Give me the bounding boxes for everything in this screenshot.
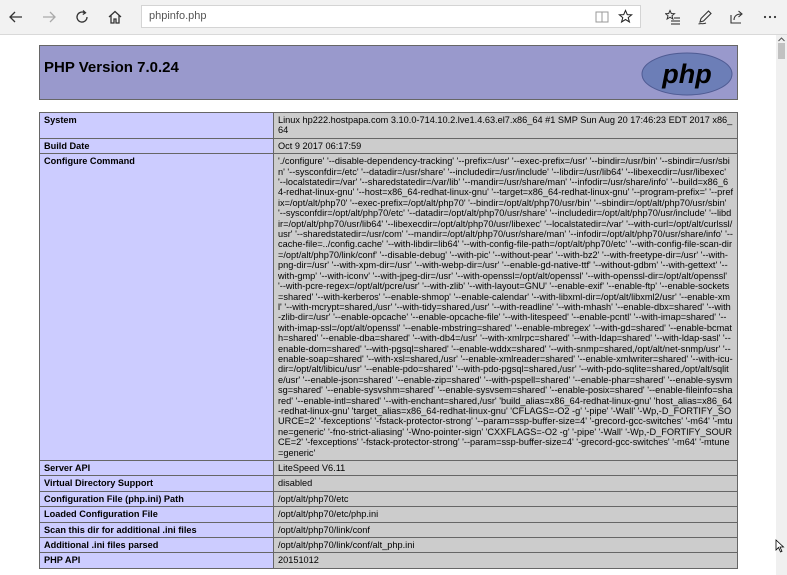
home-button[interactable] — [102, 4, 128, 30]
php-header: PHP Version 7.0.24 php — [39, 45, 738, 100]
info-row: Build Date Oct 9 2017 06:17:59 — [39, 137, 738, 155]
info-row: Configure Command './configure' '--disabl… — [39, 153, 738, 461]
info-value: /opt/alt/php70/link/conf — [273, 521, 738, 539]
home-icon — [108, 10, 122, 24]
php-logo: php — [641, 52, 733, 96]
page-viewport: PHP Version 7.0.24 php System Linux hp222… — [0, 35, 776, 575]
info-value: /opt/alt/php70/link/conf/alt_php.ini — [273, 537, 738, 554]
info-value: './configure' '--disable-dependency-trac… — [273, 153, 738, 461]
more-icon — [763, 15, 777, 19]
info-value: Linux hp222.hostpapa.com 3.10.0-714.10.2… — [273, 112, 738, 139]
info-key: Loaded Configuration File — [39, 506, 274, 523]
address-text: phpinfo.php — [149, 10, 207, 22]
forward-button[interactable] — [36, 4, 62, 30]
info-row: PHP API 20151012 — [39, 552, 738, 569]
info-row: Server API LiteSpeed V6.11 — [39, 459, 738, 477]
info-key: Build Date — [39, 137, 274, 155]
info-value: /opt/alt/php70/etc/php.ini — [273, 506, 738, 523]
php-logo-text: php — [661, 59, 711, 89]
pen-icon — [698, 10, 712, 25]
more-button[interactable] — [757, 4, 783, 30]
info-key: Virtual Directory Support — [39, 475, 274, 492]
favorite-star-icon[interactable] — [618, 9, 633, 24]
info-value: 20151012 — [273, 552, 738, 569]
page-title: PHP Version 7.0.24 — [44, 59, 179, 76]
info-value: /opt/alt/php70/etc — [273, 490, 738, 508]
info-key: Configuration File (php.ini) Path — [39, 490, 274, 508]
share-button[interactable] — [724, 4, 750, 30]
info-row: System Linux hp222.hostpapa.com 3.10.0-71… — [39, 112, 738, 139]
mouse-cursor-icon — [775, 539, 785, 553]
back-button[interactable] — [3, 4, 29, 30]
share-icon — [730, 10, 743, 24]
forward-icon — [43, 11, 56, 23]
info-value: Oct 9 2017 06:17:59 — [273, 137, 738, 155]
refresh-icon — [76, 10, 88, 23]
refresh-button[interactable] — [69, 4, 95, 30]
info-key: PHP API — [39, 552, 274, 569]
info-key: System — [39, 112, 274, 139]
info-table: System Linux hp222.hostpapa.com 3.10.0-71… — [39, 112, 738, 569]
scroll-thumb[interactable] — [778, 43, 785, 59]
info-value: LiteSpeed V6.11 — [273, 459, 738, 477]
info-row: Virtual Directory Support disabled — [39, 475, 738, 492]
address-bar[interactable]: phpinfo.php — [141, 5, 641, 28]
info-row: Additional .ini files parsed/opt/alt/php… — [39, 537, 738, 554]
back-icon — [9, 11, 22, 23]
info-key: Configure Command — [39, 153, 274, 461]
vertical-scrollbar[interactable] — [776, 35, 787, 575]
info-key: Scan this dir for additional .ini files — [39, 521, 274, 539]
info-value: disabled — [273, 475, 738, 492]
browser-toolbar: phpinfo.php — [0, 0, 787, 35]
notes-button[interactable] — [692, 4, 718, 30]
reading-view-icon[interactable] — [595, 10, 609, 24]
info-row: Loaded Configuration File/opt/alt/php70/… — [39, 506, 738, 523]
favorites-list-icon — [665, 9, 680, 25]
info-row: Scan this dir for additional .ini files /… — [39, 521, 738, 539]
info-key: Additional .ini files parsed — [39, 537, 274, 554]
info-key: Server API — [39, 459, 274, 477]
info-row: Configuration File (php.ini) Path/opt/al… — [39, 490, 738, 508]
favorites-button[interactable] — [660, 4, 686, 30]
